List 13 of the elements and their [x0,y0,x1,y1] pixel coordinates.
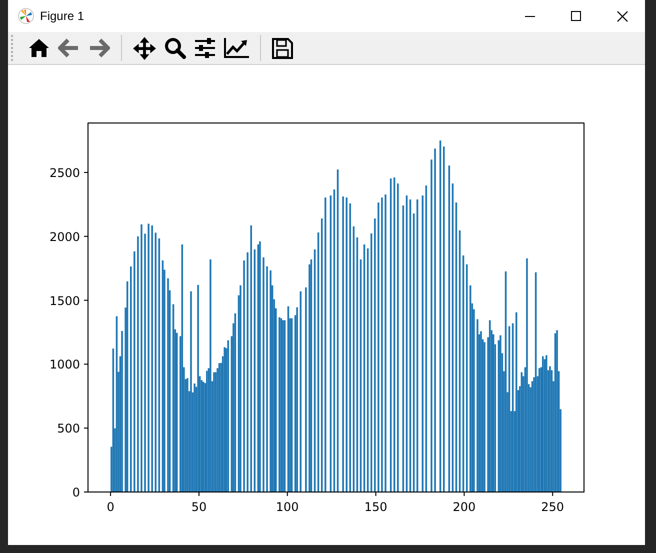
y-tick-label: 1500 [49,294,80,308]
y-tick-label: 0 [72,486,80,500]
window-title: Figure 1 [40,8,86,25]
x-tick-label: 200 [452,500,476,514]
y-tick-label: 1000 [49,358,80,372]
x-tick-label: 50 [191,500,207,514]
x-tick-label: 250 [541,500,564,514]
x-tick-label: 0 [106,500,114,514]
x-tick-label: 150 [364,500,388,514]
y-tick-label: 500 [57,422,80,436]
y-tick-label: 2500 [49,166,80,180]
y-tick-label: 2000 [49,230,80,244]
x-tick-label: 100 [276,500,299,514]
